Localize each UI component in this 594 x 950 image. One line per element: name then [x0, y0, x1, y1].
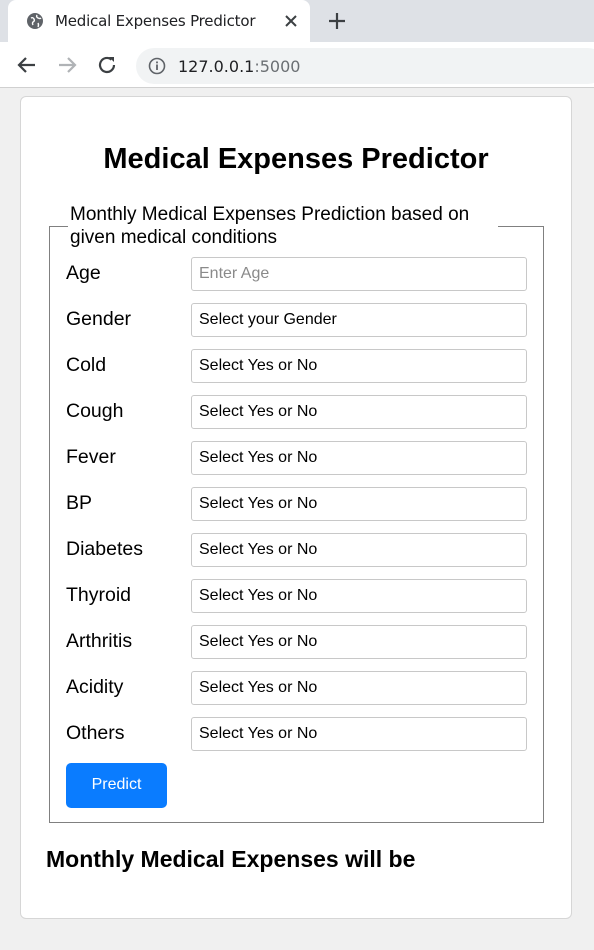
tab-title: Medical Expenses Predictor — [55, 12, 256, 30]
address-bar[interactable]: 127.0.0.1:5000 — [136, 48, 594, 84]
gender-select[interactable]: Select your Gender — [191, 303, 527, 337]
cold-select[interactable]: Select Yes or No — [191, 349, 527, 383]
form-row-cough: Cough Select Yes or No — [50, 395, 543, 429]
others-label: Others — [66, 722, 125, 744]
info-icon[interactable] — [148, 57, 166, 75]
thyroid-select[interactable]: Select Yes or No — [191, 579, 527, 613]
acidity-label: Acidity — [66, 676, 124, 698]
form-row-diabetes: Diabetes Select Yes or No — [50, 533, 543, 567]
globe-icon — [27, 13, 43, 29]
form-row-gender: Gender Select your Gender — [50, 303, 543, 337]
form-row-age: Age Enter Age — [50, 257, 543, 291]
page-card: Medical Expenses Predictor Monthly Medic… — [20, 96, 572, 919]
others-select[interactable]: Select Yes or No — [191, 717, 527, 751]
browser-toolbar: 127.0.0.1:5000 — [0, 42, 594, 88]
prediction-form: Monthly Medical Expenses Prediction base… — [49, 203, 544, 823]
arthritis-select[interactable]: Select Yes or No — [191, 625, 527, 659]
browser-tab[interactable]: Medical Expenses Predictor — [8, 0, 310, 42]
form-row-cold: Cold Select Yes or No — [50, 349, 543, 383]
age-label: Age — [66, 262, 101, 284]
cold-label: Cold — [66, 354, 107, 376]
result-text: Monthly Medical Expenses will be — [46, 846, 416, 872]
form-row-fever: Fever Select Yes or No — [50, 441, 543, 475]
new-tab-icon[interactable] — [327, 11, 347, 31]
form-row-thyroid: Thyroid Select Yes or No — [50, 579, 543, 613]
predict-button[interactable]: Predict — [66, 763, 167, 808]
age-input[interactable]: Enter Age — [191, 257, 527, 291]
fever-select[interactable]: Select Yes or No — [191, 441, 527, 475]
form-legend: Monthly Medical Expenses Prediction base… — [68, 203, 498, 249]
tab-strip: Medical Expenses Predictor — [0, 0, 594, 42]
bp-select[interactable]: Select Yes or No — [191, 487, 527, 521]
form-row-acidity: Acidity Select Yes or No — [50, 671, 543, 705]
diabetes-label: Diabetes — [66, 538, 143, 560]
reload-icon[interactable] — [96, 54, 118, 76]
thyroid-label: Thyroid — [66, 584, 132, 606]
diabetes-select[interactable]: Select Yes or No — [191, 533, 527, 567]
cough-select[interactable]: Select Yes or No — [191, 395, 527, 429]
close-icon[interactable] — [282, 12, 300, 30]
cough-label: Cough — [66, 400, 124, 422]
form-row-arthritis: Arthritis Select Yes or No — [50, 625, 543, 659]
form-row-bp: BP Select Yes or No — [50, 487, 543, 521]
acidity-select[interactable]: Select Yes or No — [191, 671, 527, 705]
arthritis-label: Arthritis — [66, 630, 133, 652]
gender-label: Gender — [66, 308, 132, 330]
forward-arrow-icon[interactable] — [56, 54, 78, 76]
page-title: Medical Expenses Predictor — [103, 143, 489, 175]
url-text: 127.0.0.1:5000 — [178, 57, 301, 76]
back-arrow-icon[interactable] — [16, 54, 38, 76]
fever-label: Fever — [66, 446, 116, 468]
form-row-others: Others Select Yes or No — [50, 717, 543, 751]
bp-label: BP — [66, 492, 93, 514]
